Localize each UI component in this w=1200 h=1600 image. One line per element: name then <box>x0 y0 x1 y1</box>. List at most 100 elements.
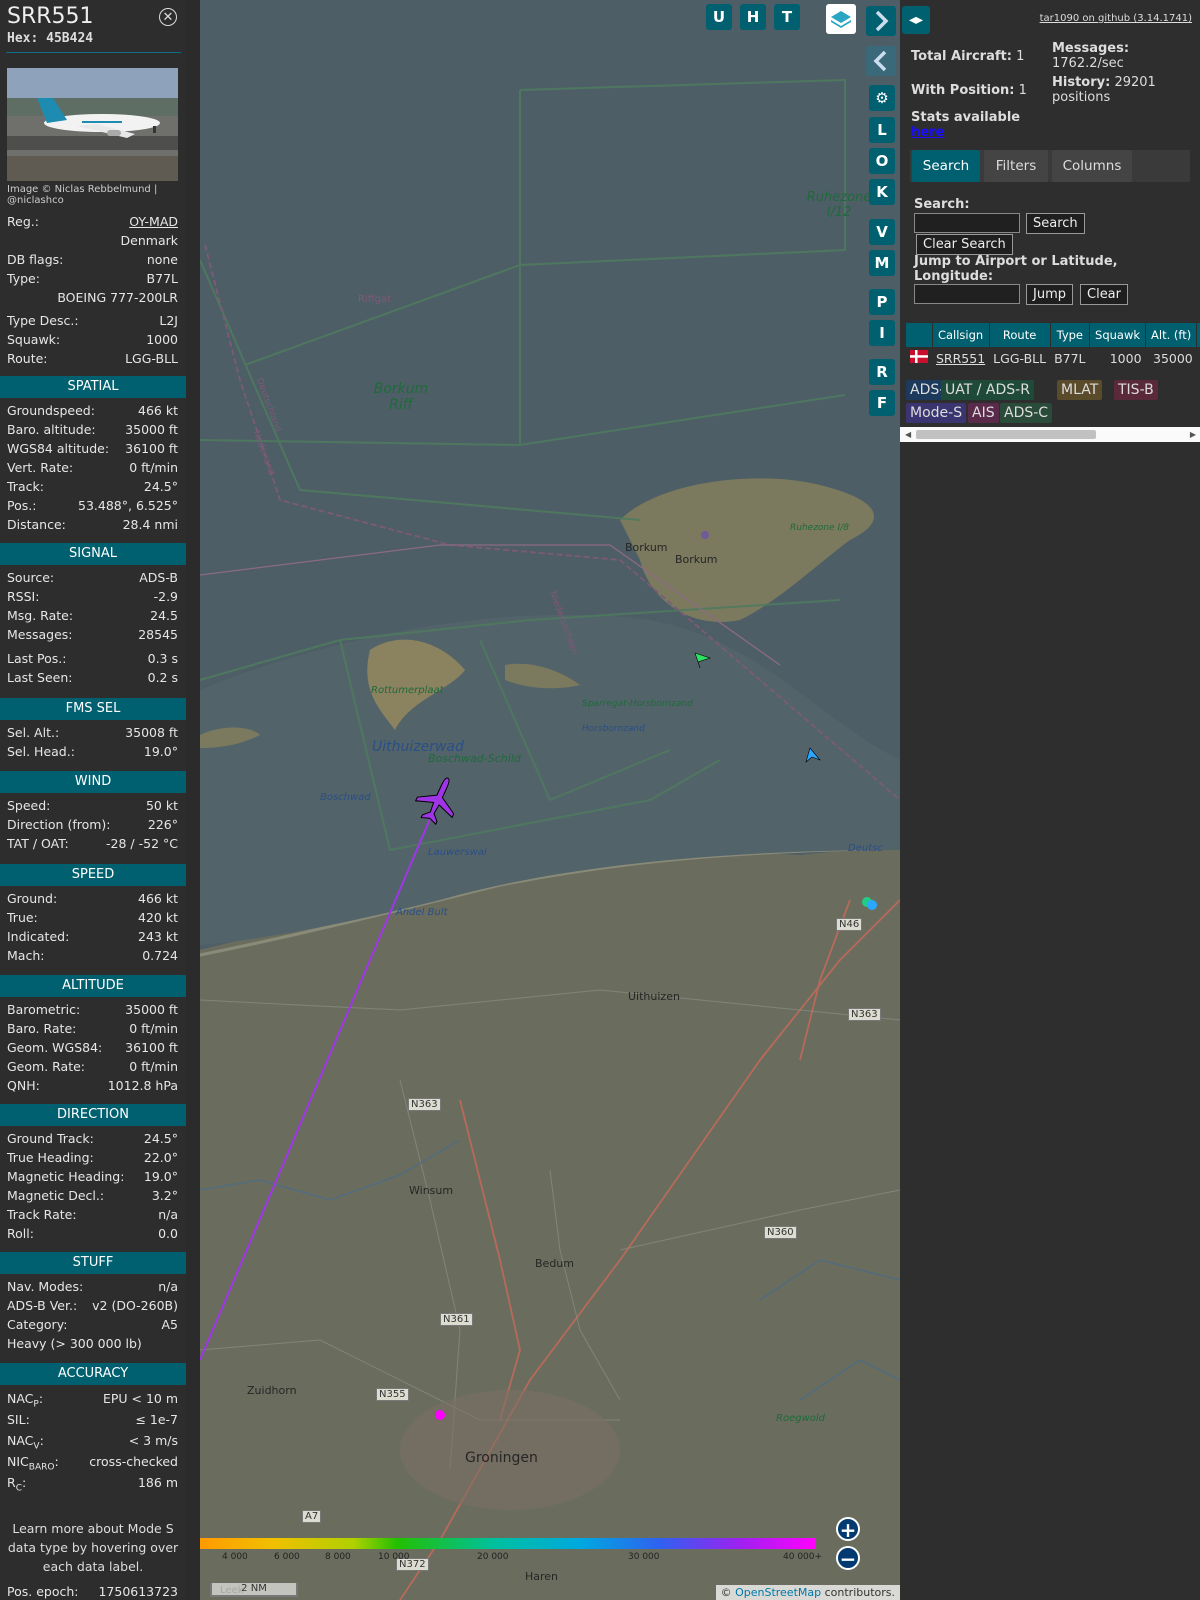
scroll-right-arrow-icon[interactable]: ▶ <box>1190 427 1196 442</box>
registration-label[interactable]: Reg.: <box>7 214 39 229</box>
direction-row-label[interactable]: Track Rate: <box>7 1207 77 1222</box>
jump-input[interactable] <box>914 284 1020 304</box>
map-button-K[interactable]: K <box>869 179 895 205</box>
column-header-altitude[interactable]: Alt. (ft) <box>1145 323 1198 347</box>
spatial-row-label[interactable]: Track: <box>7 479 44 494</box>
spatial-row-label[interactable]: WGS84 altitude: <box>7 441 109 456</box>
scroll-left-arrow-icon[interactable]: ◀ <box>905 427 911 442</box>
table-scrollbar-thumb[interactable] <box>916 430 1096 439</box>
row-callsign[interactable]: SRR551 <box>932 347 989 369</box>
altitude-row-value: 0 ft/min <box>129 1021 178 1036</box>
signal-row-label[interactable]: Last Pos.: <box>7 651 66 666</box>
map-button-O[interactable]: O <box>869 148 895 174</box>
altitude-row-label[interactable]: Barometric: <box>7 1002 80 1017</box>
pos-epoch-label[interactable]: Pos. epoch: <box>7 1584 78 1599</box>
clear-search-button[interactable]: Clear Search <box>916 234 1013 255</box>
table-row[interactable]: SRR551 LGG-BLL B77L 1000 35000 <box>906 347 1200 369</box>
search-input[interactable] <box>914 213 1020 233</box>
table-horizontal-scrollbar[interactable]: ◀ ▶ <box>900 427 1200 442</box>
altitude-row-label[interactable]: Geom. Rate: <box>7 1059 85 1074</box>
search-button[interactable]: Search <box>1026 213 1085 234</box>
altitude-row-label[interactable]: Geom. WGS84: <box>7 1040 102 1055</box>
map-button-H[interactable]: H <box>740 4 766 30</box>
registration-value[interactable]: OY-MAD <box>129 214 178 229</box>
stats-link[interactable]: here <box>911 125 944 140</box>
map-view[interactable]: Borkum Riff Ruhezone I/12 Riffgat Borkum Bor… <box>200 0 900 1600</box>
accuracy-row-label[interactable]: NICBARO: <box>7 1454 59 1473</box>
map-button-P[interactable]: P <box>869 289 895 315</box>
direction-row-label[interactable]: Magnetic Decl.: <box>7 1188 104 1203</box>
stuff-row-label[interactable]: Heavy (> 300 000 lb) <box>7 1336 142 1351</box>
github-link[interactable]: tar1090 on github (3.14.1741) <box>1040 13 1192 24</box>
direction-row-label[interactable]: True Heading: <box>7 1150 94 1165</box>
osm-link[interactable]: OpenStreetMap <box>735 1586 821 1599</box>
speed-row-label[interactable]: Ground: <box>7 891 57 906</box>
toggle-sidebar-icon[interactable]: ◂▸ <box>902 6 930 34</box>
flag-column-header[interactable] <box>906 323 933 347</box>
tab-search[interactable]: Search <box>912 150 980 182</box>
map-button-T[interactable]: T <box>774 4 800 30</box>
column-header-type[interactable]: Type <box>1050 323 1091 347</box>
jump-button[interactable]: Jump <box>1026 284 1073 305</box>
settings-gear-icon[interactable]: ⚙ <box>869 85 895 111</box>
map-button-M[interactable]: M <box>869 250 895 276</box>
signal-row-label[interactable]: Last Seen: <box>7 670 72 685</box>
direction-row-label[interactable]: Ground Track: <box>7 1131 94 1146</box>
route: Route: LGG-BLL <box>7 351 178 370</box>
squawk-label[interactable]: Squawk: <box>7 332 60 347</box>
signal-row-label[interactable]: RSSI: <box>7 589 39 604</box>
layers-icon[interactable] <box>826 4 856 34</box>
column-header-callsign[interactable]: Callsign <box>932 323 990 347</box>
map-button-V[interactable]: V <box>869 219 895 245</box>
db-flags-label[interactable]: DB flags: <box>7 252 63 267</box>
zoom-in-icon[interactable]: + <box>836 1517 860 1541</box>
direction-row-label[interactable]: Roll: <box>7 1226 34 1241</box>
clear-button[interactable]: Clear <box>1080 284 1128 305</box>
tab-filters[interactable]: Filters <box>984 150 1048 182</box>
type-desc-label[interactable]: Type Desc.: <box>7 313 79 328</box>
map-button-F[interactable]: F <box>869 390 895 416</box>
spatial-row-label[interactable]: Baro. altitude: <box>7 422 96 437</box>
stuff-row-label[interactable]: Category: <box>7 1317 67 1332</box>
aircraft-photo[interactable] <box>7 68 178 181</box>
map-button-U[interactable]: U <box>706 4 732 30</box>
spatial-row-label[interactable]: Vert. Rate: <box>7 460 73 475</box>
route-label[interactable]: Route: <box>7 351 48 366</box>
zoom-out-icon[interactable]: − <box>836 1546 860 1570</box>
close-icon[interactable]: ✕ <box>159 8 177 26</box>
wind-row-label[interactable]: Direction (from): <box>7 817 111 832</box>
speed-row-label[interactable]: Mach: <box>7 948 44 963</box>
signal-row-label[interactable]: Source: <box>7 570 54 585</box>
direction-row-label[interactable]: Magnetic Heading: <box>7 1169 124 1184</box>
expand-right-icon[interactable] <box>866 6 896 36</box>
altitude-row-label[interactable]: Baro. Rate: <box>7 1021 76 1036</box>
aircraft-type-label[interactable]: Type: <box>7 271 40 286</box>
map-button-I[interactable]: I <box>869 320 895 346</box>
map-button-R[interactable]: R <box>869 359 895 385</box>
signal-row-label[interactable]: Messages: <box>7 627 73 642</box>
column-header-route[interactable]: Route <box>989 323 1051 347</box>
wind-row-label[interactable]: TAT / OAT: <box>7 836 69 851</box>
map-button-L[interactable]: L <box>869 117 895 143</box>
spatial-row-label[interactable]: Pos.: <box>7 498 36 513</box>
direction-row: Roll: 0.0 <box>7 1226 178 1245</box>
column-header-squawk[interactable]: Squawk <box>1089 323 1147 347</box>
stuff-row-label[interactable]: ADS-B Ver.: <box>7 1298 77 1313</box>
accuracy-row-label[interactable]: NACP: <box>7 1391 43 1410</box>
altitude-row-label[interactable]: QNH: <box>7 1078 40 1093</box>
stuff-row-label[interactable]: Nav. Modes: <box>7 1279 83 1294</box>
spatial-row-label[interactable]: Distance: <box>7 517 66 532</box>
tab-columns[interactable]: Columns <box>1052 150 1132 182</box>
spatial-row-label[interactable]: Groundspeed: <box>7 403 95 418</box>
fms-row-label[interactable]: Sel. Head.: <box>7 744 75 759</box>
accuracy-row-label[interactable]: RC: <box>7 1475 26 1494</box>
speed-row-label[interactable]: Indicated: <box>7 929 69 944</box>
wind-row-label[interactable]: Speed: <box>7 798 50 813</box>
speed-row-label[interactable]: True: <box>7 910 38 925</box>
accuracy-row-label[interactable]: NACV: <box>7 1433 44 1452</box>
map-attribution: © OpenStreetMap contributors. <box>715 1585 900 1600</box>
collapse-left-icon[interactable] <box>866 46 896 76</box>
signal-row-label[interactable]: Msg. Rate: <box>7 608 73 623</box>
fms-row-label[interactable]: Sel. Alt.: <box>7 725 59 740</box>
accuracy-row-label[interactable]: SIL: <box>7 1412 30 1427</box>
